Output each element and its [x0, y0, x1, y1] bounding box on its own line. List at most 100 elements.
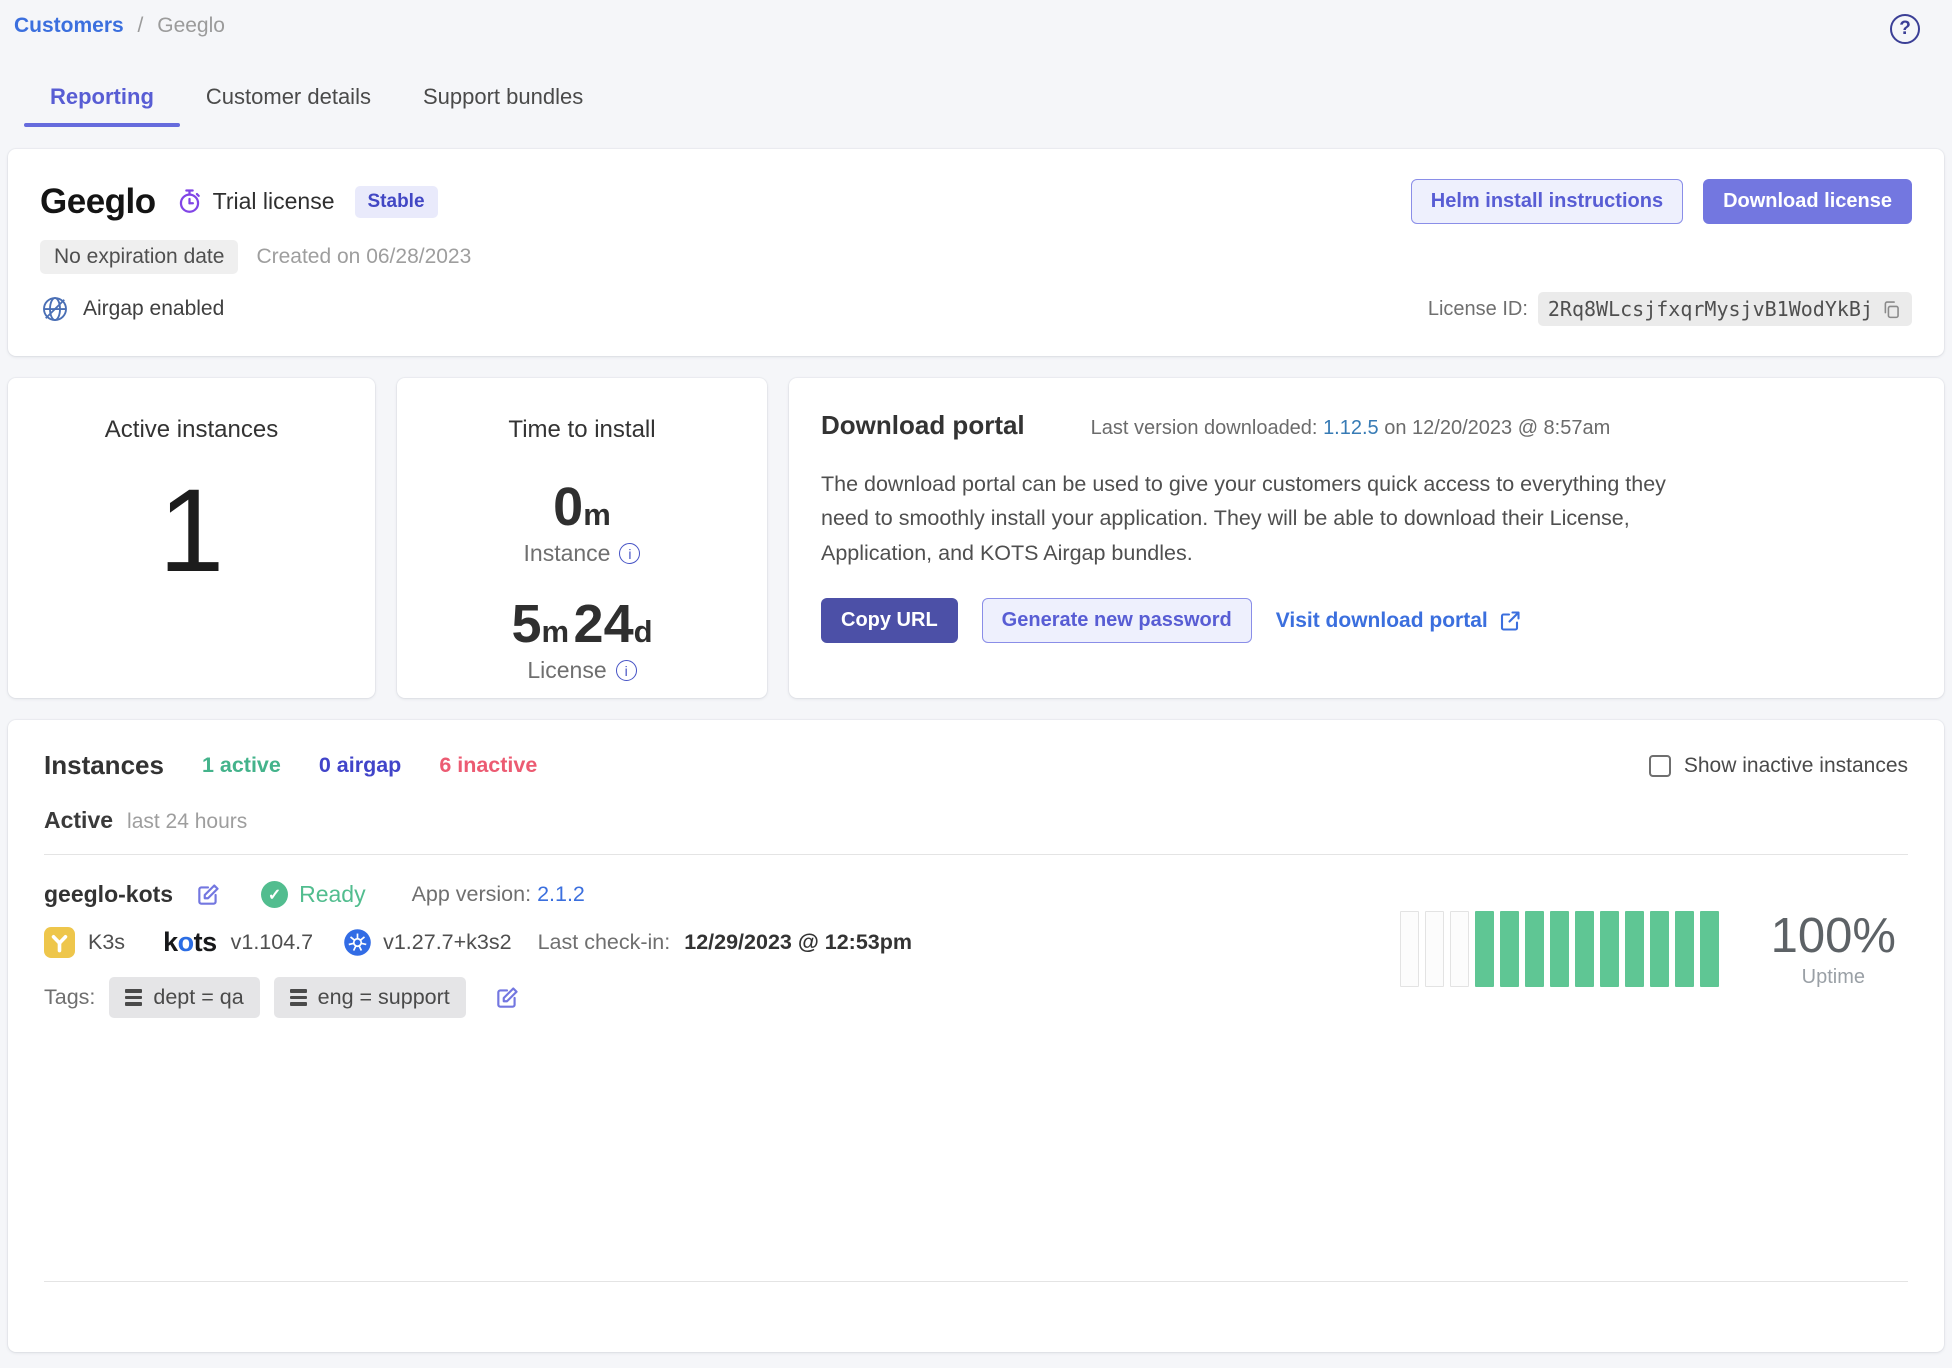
active-instances-card: Active instances 1	[8, 378, 375, 698]
show-inactive-toggle[interactable]: Show inactive instances	[1649, 754, 1908, 778]
download-license-button[interactable]: Download license	[1703, 179, 1912, 224]
generate-new-password-button[interactable]: Generate new password	[982, 598, 1252, 643]
tab-bar: Reporting Customer details Support bundl…	[24, 74, 1944, 127]
tab-customer-details[interactable]: Customer details	[180, 74, 397, 127]
uptime-bar	[1475, 911, 1494, 987]
instance-time-label: Instance	[524, 540, 611, 567]
uptime-bar	[1625, 911, 1644, 987]
airgap-enabled-label: Airgap enabled	[83, 297, 224, 321]
last-version-date: on 12/20/2023 @ 8:57am	[1384, 417, 1610, 439]
instance-time-unit: m	[583, 497, 611, 532]
edit-name-icon[interactable]	[195, 882, 221, 908]
breadcrumb-separator: /	[138, 14, 144, 37]
card-bottom-padding	[44, 1282, 1908, 1318]
kots-logo: kots	[163, 927, 217, 958]
tab-reporting[interactable]: Reporting	[24, 74, 180, 127]
uptime-bar	[1675, 911, 1694, 987]
customer-reporting-page: Customers / Geeglo Reporting Customer de…	[0, 0, 1952, 1368]
expiration-badge: No expiration date	[40, 240, 238, 274]
last-version-link[interactable]: 1.12.5	[1323, 417, 1379, 439]
tag-label: eng = support	[318, 985, 450, 1010]
license-time-months-unit: m	[542, 614, 570, 649]
last-version-label: Last version downloaded:	[1091, 417, 1318, 439]
tag-icon	[125, 989, 142, 1005]
time-to-install-card: Time to install 0m Instance 5m 24d Licen…	[397, 378, 767, 698]
time-to-install-title: Time to install	[508, 416, 655, 444]
show-inactive-label: Show inactive instances	[1684, 754, 1908, 778]
license-id-text: 2Rq8WLcsjfxqrMysjvB1WodYkBj	[1548, 297, 1873, 321]
license-type-label: Trial license	[213, 188, 335, 215]
uptime-bar	[1650, 911, 1669, 987]
info-icon[interactable]	[616, 660, 637, 681]
instance-status: Ready	[299, 881, 365, 908]
uptime-bar	[1550, 911, 1569, 987]
visit-download-portal-label: Visit download portal	[1276, 609, 1488, 633]
download-portal-title: Download portal	[821, 410, 1025, 441]
license-id-value: 2Rq8WLcsjfxqrMysjvB1WodYkBj	[1538, 292, 1912, 326]
visit-download-portal-link[interactable]: Visit download portal	[1276, 609, 1522, 633]
k3s-icon	[44, 927, 75, 958]
last-checkin-value: 12/29/2023 @ 12:53pm	[684, 930, 912, 955]
active-instances-title: Active instances	[105, 416, 278, 444]
tag-icon	[290, 989, 307, 1005]
uptime-bar	[1400, 911, 1419, 987]
edit-tags-icon[interactable]	[494, 985, 520, 1011]
copy-icon[interactable]	[1881, 299, 1902, 320]
kots-version: v1.104.7	[231, 930, 313, 955]
uptime-bar	[1525, 911, 1544, 987]
info-icon[interactable]	[619, 543, 640, 564]
app-version-label: App version:	[412, 882, 532, 906]
top-bar: Customers / Geeglo	[8, 0, 1944, 44]
uptime-bar	[1425, 911, 1444, 987]
active-count: 1 active	[202, 753, 281, 778]
uptime-label: Uptime	[1771, 966, 1896, 989]
k8s-version: v1.27.7+k3s2	[383, 930, 512, 955]
license-id-label: License ID:	[1428, 298, 1528, 321]
active-section-range: last 24 hours	[127, 810, 247, 834]
copy-url-button[interactable]: Copy URL	[821, 598, 958, 643]
show-inactive-checkbox[interactable]	[1649, 755, 1671, 777]
active-instances-value: 1	[159, 472, 225, 590]
uptime-bar	[1600, 911, 1619, 987]
instances-card: Instances 1 active 0 airgap 6 inactive S…	[8, 720, 1944, 1352]
uptime-value: 100%	[1771, 910, 1896, 964]
uptime-bar	[1575, 911, 1594, 987]
uptime-bar	[1450, 911, 1469, 987]
breadcrumb: Customers / Geeglo	[14, 14, 225, 38]
uptime-bar	[1500, 911, 1519, 987]
download-portal-description: The download portal can be used to give …	[821, 467, 1706, 570]
kubernetes-icon	[343, 928, 372, 957]
uptime-bar	[1700, 911, 1719, 987]
ready-check-icon	[261, 881, 288, 908]
tab-support-bundles[interactable]: Support bundles	[397, 74, 609, 127]
divider	[44, 854, 1908, 855]
tag-label: dept = qa	[153, 985, 243, 1010]
license-time-months: 5	[511, 594, 541, 654]
download-portal-card: Download portal Last version downloaded:…	[789, 378, 1944, 698]
license-time-days: 24	[574, 594, 634, 654]
app-version-link[interactable]: 2.1.2	[537, 882, 585, 906]
help-icon[interactable]	[1890, 14, 1920, 44]
distribution-label: K3s	[88, 930, 125, 955]
customer-name-title: Geeglo	[40, 182, 156, 222]
instance-time-value: 0	[553, 477, 583, 537]
channel-badge: Stable	[355, 186, 438, 218]
last-version-downloaded: Last version downloaded: 1.12.5 on 12/20…	[1091, 417, 1611, 440]
active-section-title: Active	[44, 807, 113, 834]
license-time-label: License	[527, 657, 606, 684]
instance-row: geeglo-kots Ready App version: 2.1.2	[44, 881, 1908, 1018]
created-date-text: Created on 06/28/2023	[256, 245, 471, 269]
tags-label: Tags:	[44, 985, 95, 1010]
helm-install-instructions-button[interactable]: Helm install instructions	[1411, 179, 1683, 224]
stopwatch-icon	[176, 188, 203, 215]
kots-logo-ts: ts	[194, 927, 217, 957]
tag-pill: dept = qa	[109, 977, 259, 1018]
airgap-globe-icon	[40, 294, 70, 324]
uptime-bars	[1400, 911, 1719, 987]
kots-logo-k: k	[163, 927, 178, 957]
breadcrumb-current: Geeglo	[157, 14, 225, 37]
metrics-row: Active instances 1 Time to install 0m In…	[8, 378, 1944, 698]
license-time-days-unit: d	[634, 614, 653, 649]
inactive-count: 6 inactive	[439, 753, 537, 778]
breadcrumb-customers-link[interactable]: Customers	[14, 14, 124, 37]
